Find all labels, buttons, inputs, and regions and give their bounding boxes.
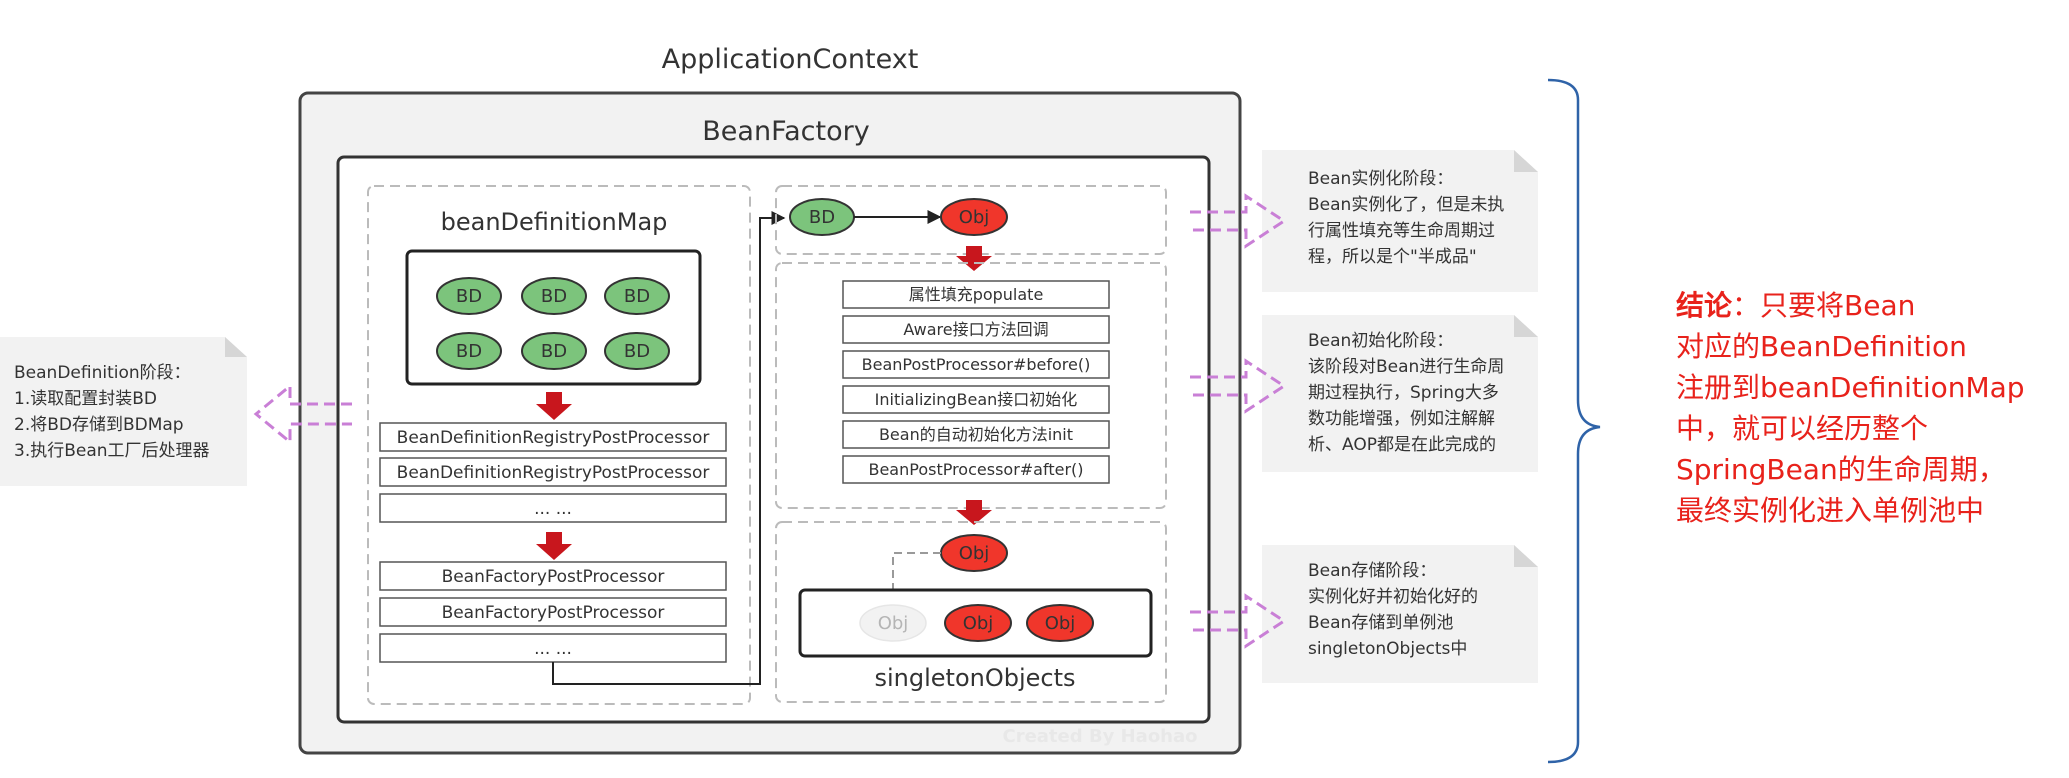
bd-node-label: BD [456, 341, 482, 362]
initialize-note-line: 数功能增强，例如注解解 [1308, 409, 1495, 429]
registry-processor-ellipsis: ... ... [534, 499, 572, 519]
obj-node-label: Obj [959, 543, 990, 564]
left-note-line: 2.将BD存储到BDMap [14, 415, 184, 435]
init-step-label: InitializingBean接口初始化 [875, 390, 1078, 409]
init-step-label: BeanPostProcessor#after() [868, 460, 1083, 479]
conclusion-label: 结论 [1676, 289, 1733, 322]
left-note-line: BeanDefinition阶段： [14, 363, 191, 383]
initialize-note-line: 该阶段对Bean进行生命周 [1308, 357, 1504, 377]
instantiate-note-line: 行属性填充等生命周期过 [1308, 221, 1495, 241]
note-fold [1514, 150, 1538, 172]
initialize-note-line: Bean初始化阶段： [1308, 331, 1453, 351]
factory-processor-label: BeanFactoryPostProcessor [442, 567, 665, 587]
registry-processor-label: BeanDefinitionRegistryPostProcessor [397, 463, 710, 483]
left-note-line: 3.执行Bean工厂后处理器 [14, 441, 210, 461]
instantiate-note-line: 程，所以是个"半成品" [1308, 247, 1477, 267]
bd-node-label: BD [624, 341, 650, 362]
initialize-note-line: 析、AOP都是在此完成的 [1308, 435, 1496, 455]
left-note-line: 1.读取配置封装BD [14, 389, 157, 409]
store-note-line: Bean存储到单例池 [1308, 613, 1453, 633]
init-step-label: BeanPostProcessor#before() [862, 355, 1091, 374]
store-note-line: 实例化好并初始化好的 [1308, 587, 1478, 607]
bean-definition-map-title: beanDefinitionMap [441, 208, 668, 236]
instantiate-note-line: Bean实例化了，但是未执 [1308, 195, 1504, 215]
conclusion-line: 对应的BeanDefinition [1676, 330, 1967, 363]
diagram-stage: ApplicationContext BeanFactory beanDefin… [0, 0, 2069, 773]
application-context-title: ApplicationContext [662, 44, 919, 75]
conclusion-line: SpringBean的生命周期， [1676, 453, 2006, 486]
init-step-label: Aware接口方法回调 [903, 320, 1048, 339]
init-step-label: Bean的自动初始化方法init [879, 425, 1073, 444]
note-fold [1514, 315, 1538, 337]
obj-node-label: Obj [1045, 613, 1076, 634]
conclusion-first-line: ：只要将Bean [1732, 289, 1915, 322]
conclusion-line: 中，就可以经历整个 [1676, 412, 1928, 445]
store-note-line: singletonObjects中 [1308, 639, 1467, 659]
ghost-obj-label: Obj [878, 613, 909, 634]
bd-node-label: BD [809, 207, 835, 228]
bean-factory-title: BeanFactory [702, 116, 869, 147]
conclusion-line: 结论：只要将Bean [1676, 289, 1915, 322]
obj-node-label: Obj [959, 207, 990, 228]
left-note [0, 337, 247, 486]
grouping-brace [1547, 78, 1601, 764]
singleton-objects-title: singletonObjects [874, 664, 1075, 692]
note-fold [225, 337, 247, 357]
obj-node-label: Obj [963, 613, 994, 634]
bd-node-label: BD [541, 286, 567, 307]
bd-node-label: BD [456, 286, 482, 307]
conclusion-line: 注册到beanDefinitionMap [1676, 371, 2025, 404]
initialize-note-line: 期过程执行，Spring大多 [1308, 383, 1499, 403]
bd-node-label: BD [541, 341, 567, 362]
conclusion-line: 最终实例化进入单例池中 [1676, 494, 1984, 527]
factory-processor-label: BeanFactoryPostProcessor [442, 603, 665, 623]
note-fold [1514, 545, 1538, 567]
factory-processor-ellipsis: ... ... [534, 639, 572, 659]
registry-processor-label: BeanDefinitionRegistryPostProcessor [397, 428, 710, 448]
store-note-line: Bean存储阶段： [1308, 561, 1436, 581]
instantiate-note-line: Bean实例化阶段： [1308, 169, 1453, 189]
bd-node-label: BD [624, 286, 650, 307]
init-step-label: 属性填充populate [909, 285, 1044, 304]
watermark: Created By Haohao [1002, 726, 1197, 747]
spring-bean-lifecycle-diagram: ApplicationContext BeanFactory beanDefin… [0, 44, 2025, 764]
